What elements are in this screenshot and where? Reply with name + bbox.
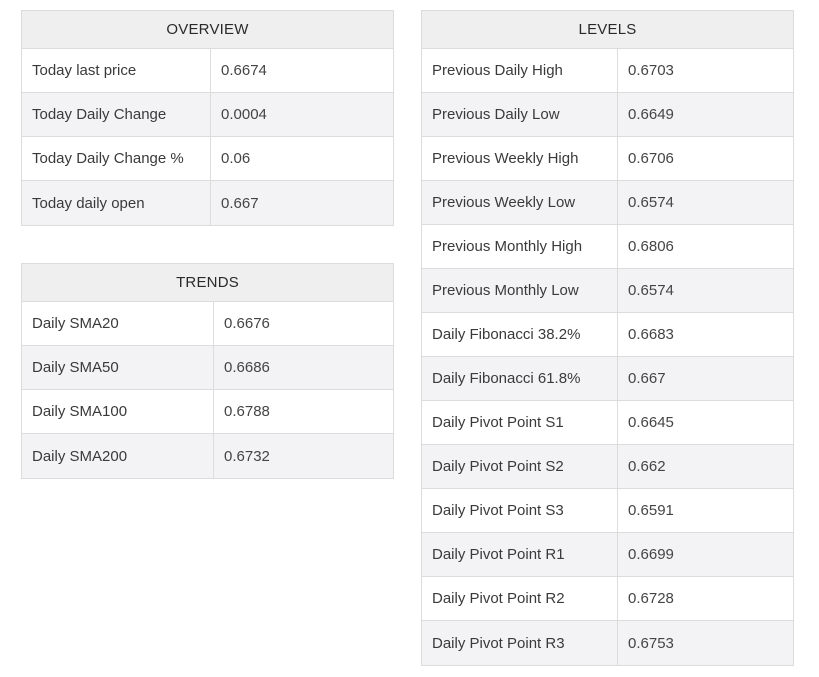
table-row: Today last price 0.6674 [22,49,393,93]
row-label: Daily Pivot Point S3 [422,489,618,532]
table-row: Daily Pivot Point S1 0.6645 [422,401,793,445]
table-row: Daily Pivot Point R3 0.6753 [422,621,793,665]
row-value: 0.6732 [224,447,270,465]
row-label: Previous Weekly Low [422,181,618,224]
row-value: 0.667 [221,194,259,212]
row-label: Daily Pivot Point R2 [422,577,618,620]
row-label: Today Daily Change [22,93,211,136]
row-value: 0.667 [628,370,666,387]
table-row: Today daily open 0.667 [22,181,393,225]
table-row: Previous Monthly High 0.6806 [422,225,793,269]
row-label: Today last price [22,49,211,92]
row-value: 0.06 [221,150,251,167]
row-value: 0.6753 [628,634,674,652]
row-value: 0.6686 [224,359,270,376]
row-value: 0.6683 [628,326,674,343]
row-value: 0.6591 [628,502,674,519]
row-label: Previous Weekly High [422,137,618,180]
row-value: 0.6806 [628,238,674,255]
row-value: 0.6574 [628,282,674,299]
table-row: Daily SMA200 0.6732 [22,434,393,478]
table-row: Daily Pivot Point R2 0.6728 [422,577,793,621]
levels-table: LEVELS Previous Daily High 0.6703 Previo… [421,10,794,666]
row-value: 0.6676 [224,315,270,332]
row-label: Previous Monthly High [422,225,618,268]
row-label: Daily SMA200 [22,434,214,478]
row-label: Today daily open [22,181,211,225]
row-label: Previous Monthly Low [422,269,618,312]
row-label: Today Daily Change % [22,137,211,180]
row-label: Daily Fibonacci 38.2% [422,313,618,356]
row-value: 0.662 [628,458,666,475]
row-label: Daily SMA50 [22,346,214,389]
table-row: Daily Fibonacci 38.2% 0.6683 [422,313,793,357]
table-row: Previous Weekly High 0.6706 [422,137,793,181]
overview-title: OVERVIEW [22,11,393,49]
levels-title: LEVELS [422,11,793,49]
row-label: Daily Pivot Point R3 [422,621,618,665]
table-row: Previous Monthly Low 0.6574 [422,269,793,313]
row-value: 0.6703 [628,62,674,79]
row-label: Daily Pivot Point R1 [422,533,618,576]
row-label: Daily SMA100 [22,390,214,433]
table-row: Previous Weekly Low 0.6574 [422,181,793,225]
row-label: Daily Pivot Point S1 [422,401,618,444]
table-row: Daily SMA50 0.6686 [22,346,393,390]
overview-table: OVERVIEW Today last price 0.6674 Today D… [21,10,394,226]
row-value: 0.6574 [628,194,674,211]
row-value: 0.0004 [221,106,267,123]
row-label: Daily Pivot Point S2 [422,445,618,488]
table-row: Daily Pivot Point S3 0.6591 [422,489,793,533]
table-row: Today Daily Change 0.0004 [22,93,393,137]
row-value: 0.6645 [628,414,674,431]
row-value: 0.6706 [628,150,674,167]
table-row: Daily Fibonacci 61.8% 0.667 [422,357,793,401]
table-row: Daily Pivot Point S2 0.662 [422,445,793,489]
row-value: 0.6649 [628,106,674,123]
row-value: 0.6728 [628,590,674,607]
table-row: Daily SMA20 0.6676 [22,302,393,346]
table-row: Daily SMA100 0.6788 [22,390,393,434]
row-label: Previous Daily Low [422,93,618,136]
row-label: Daily Fibonacci 61.8% [422,357,618,400]
table-row: Previous Daily Low 0.6649 [422,93,793,137]
table-row: Previous Daily High 0.6703 [422,49,793,93]
trends-title: TRENDS [22,264,393,302]
row-value: 0.6699 [628,546,674,563]
table-row: Daily Pivot Point R1 0.6699 [422,533,793,577]
row-value: 0.6788 [224,403,270,420]
row-label: Daily SMA20 [22,302,214,345]
trends-table: TRENDS Daily SMA20 0.6676 Daily SMA50 0.… [21,263,394,479]
table-row: Today Daily Change % 0.06 [22,137,393,181]
row-value: 0.6674 [221,62,267,79]
row-label: Previous Daily High [422,49,618,92]
